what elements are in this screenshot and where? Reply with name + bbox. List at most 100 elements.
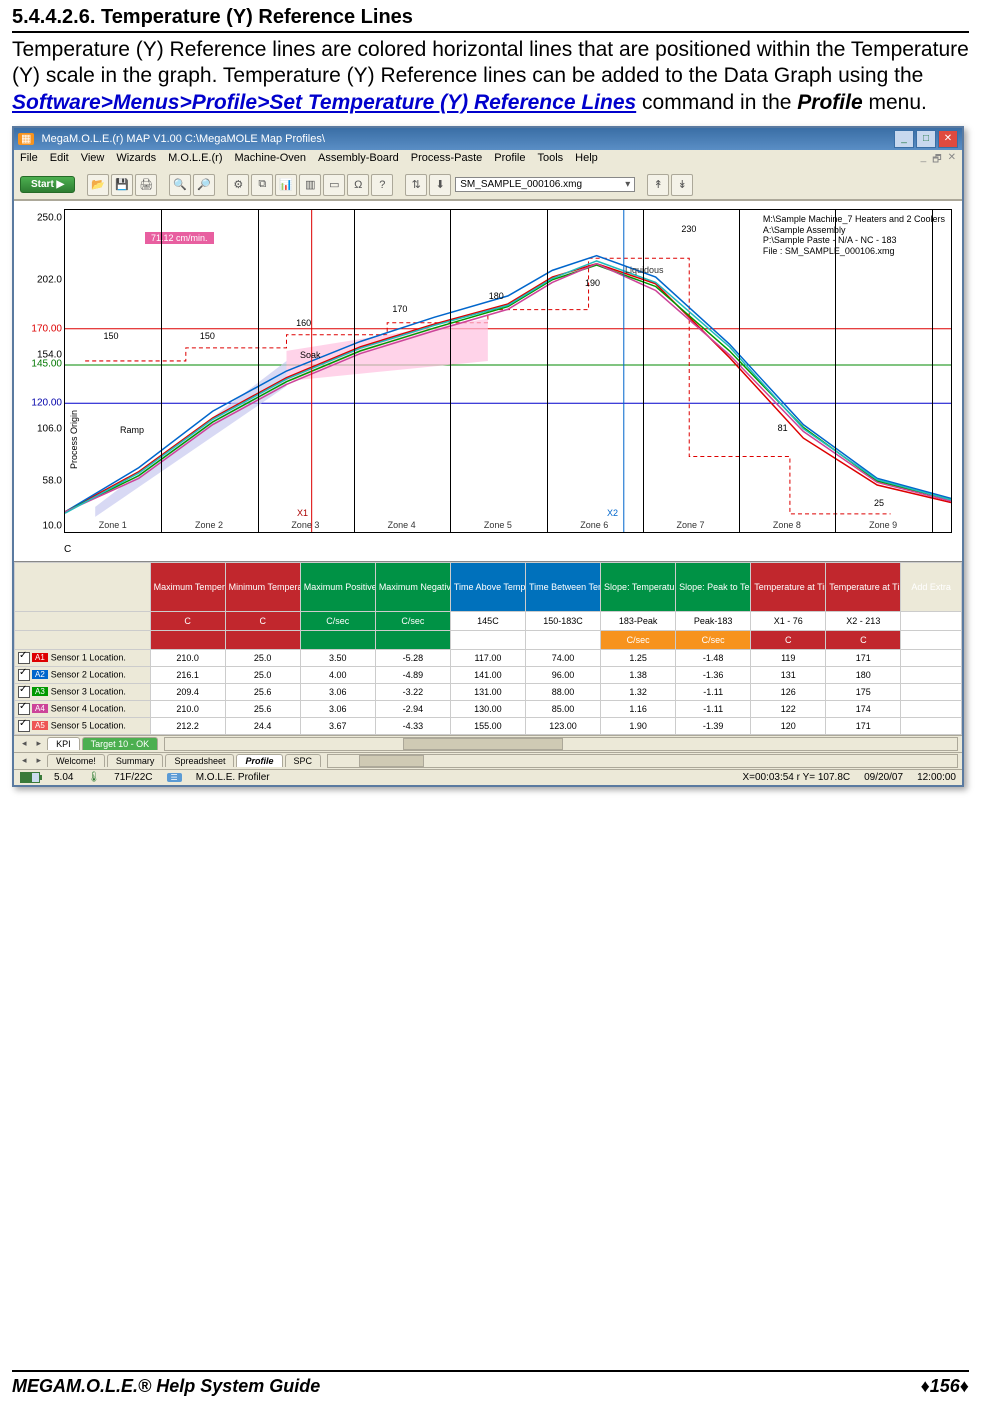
col-min-temp[interactable]: Minimum Temperature	[225, 562, 300, 611]
menu-help[interactable]: Help	[575, 152, 598, 169]
up-down-icon[interactable]: ⇅	[405, 174, 427, 196]
close-button[interactable]: ✕	[938, 130, 958, 148]
save-icon[interactable]: 💾	[111, 174, 133, 196]
nav-up-icon[interactable]: ↟	[647, 174, 669, 196]
toolbar: Start ▶ 📂 💾 🖨 🔍 🔎 ⚙ ⧉ 📊 ▥ ▭ Ω ? ⇅	[14, 171, 962, 200]
soak-label: Soak	[300, 350, 321, 360]
menu-file[interactable]: File	[20, 152, 38, 169]
zoom-out-icon[interactable]: 🔎	[193, 174, 215, 196]
doc-minimize[interactable]: _	[921, 152, 927, 169]
status-voltage: 5.04	[54, 772, 73, 783]
window-title: ▦ MegaM.O.L.E.(r) MAP V1.00 C:\MegaMOLE …	[18, 132, 325, 145]
tool-icon-3[interactable]: 📊	[275, 174, 297, 196]
y-axis-unit: C	[64, 544, 71, 555]
y-tick: 202.0	[14, 275, 62, 286]
zone-label: Zone 6	[580, 520, 608, 530]
col-slope-to-peak[interactable]: Slope: Temperature to Peak	[601, 562, 676, 611]
tab-profile[interactable]: Profile	[236, 754, 282, 767]
app-icon: ▦	[18, 133, 34, 145]
menu-view[interactable]: View	[81, 152, 105, 169]
zone-label: Zone 4	[388, 520, 416, 530]
tab-nav-left[interactable]: ◂	[18, 738, 31, 749]
doc-close[interactable]: ✕	[948, 152, 956, 169]
plot-area[interactable]: 71.12 cm/min. M:\Sample Machine_7 Heater…	[64, 209, 952, 533]
col-max-temp[interactable]: Maximum Temperature	[150, 562, 225, 611]
sheet-scrollbar[interactable]	[327, 754, 958, 768]
table-row[interactable]: A1Sensor 1 Location.210.025.03.50-5.2811…	[15, 649, 962, 666]
tab-summary[interactable]: Summary	[107, 754, 164, 767]
doc-window-controls: _ 🗗 ✕	[921, 152, 956, 169]
table-row[interactable]: A4Sensor 4 Location.210.025.63.06-2.9413…	[15, 700, 962, 717]
zone-setpoint: 81	[778, 423, 788, 433]
start-button[interactable]: Start ▶	[20, 176, 75, 193]
maximize-button[interactable]: □	[916, 130, 936, 148]
tab-target[interactable]: Target 10 - OK	[82, 737, 159, 750]
sheet-nav-right[interactable]: ▸	[33, 755, 46, 766]
grid-scrollbar[interactable]	[164, 737, 958, 751]
tab-welcome[interactable]: Welcome!	[47, 754, 105, 767]
section-heading: 5.4.4.2.6. Temperature (Y) Reference Lin…	[12, 6, 969, 33]
page-footer: MEGAM.O.L.E.® Help System Guide ♦156♦	[12, 1370, 969, 1397]
grid-unit-row-1: C C C/sec C/sec 145C 150-183C 183-Peak P…	[15, 611, 962, 630]
tab-spc[interactable]: SPC	[285, 754, 322, 767]
mole-icon: ☰	[167, 773, 182, 782]
menu-wizards[interactable]: Wizards	[116, 152, 156, 169]
tool-icon-6[interactable]: Ω	[347, 174, 369, 196]
file-combo-value: SM_SAMPLE_000106.xmg	[460, 179, 582, 190]
col-add-extra[interactable]: Add Extra	[901, 562, 962, 611]
x1-label: X1	[297, 508, 308, 518]
tool-icon-1[interactable]: ⚙	[227, 174, 249, 196]
menu-mole[interactable]: M.O.L.E.(r)	[168, 152, 222, 169]
zone-label: Zone 8	[773, 520, 801, 530]
doc-restore[interactable]: 🗗	[932, 152, 941, 169]
col-temp-x1[interactable]: Temperature at Time Reference	[751, 562, 826, 611]
menu-profile[interactable]: Profile	[494, 152, 525, 169]
zone-label: Zone 2	[195, 520, 223, 530]
col-max-pos-slope[interactable]: Maximum Positive Slope	[300, 562, 375, 611]
zone-setpoint: 160	[296, 318, 311, 328]
open-icon[interactable]: 📂	[87, 174, 109, 196]
profile-menu-name: Profile	[797, 91, 862, 114]
kpi-tab-strip: ◂ ▸ KPI Target 10 - OK	[14, 735, 962, 752]
tool-icon-2[interactable]: ⧉	[251, 174, 273, 196]
file-combo[interactable]: SM_SAMPLE_000106.xmg ▾	[455, 177, 635, 192]
table-row[interactable]: A3Sensor 3 Location.209.425.63.06-3.2213…	[15, 683, 962, 700]
sheet-nav-left[interactable]: ◂	[18, 755, 31, 766]
col-max-neg-slope[interactable]: Maximum Negative Slope	[375, 562, 450, 611]
menu-assembly-board[interactable]: Assembly-Board	[318, 152, 399, 169]
tab-nav-right[interactable]: ▸	[33, 738, 46, 749]
tool-icon-4[interactable]: ▥	[299, 174, 321, 196]
table-row[interactable]: A2Sensor 2 Location.216.125.04.00-4.8914…	[15, 666, 962, 683]
nav-down-icon[interactable]: ↡	[671, 174, 693, 196]
help-icon[interactable]: ?	[371, 174, 393, 196]
status-date: 09/20/07	[864, 772, 903, 783]
col-slope-peak-to[interactable]: Slope: Peak to Temperature	[676, 562, 751, 611]
col-temp-x2[interactable]: Temperature at Time Reference	[826, 562, 901, 611]
tab-spreadsheet[interactable]: Spreadsheet	[165, 754, 234, 767]
intro-text-after-a: command in the	[636, 91, 797, 114]
status-time: 12:00:00	[917, 772, 956, 783]
menu-machine-oven[interactable]: Machine-Oven	[234, 152, 306, 169]
data-grid: Maximum Temperature Minimum Temperature …	[14, 561, 962, 735]
tab-kpi[interactable]: KPI	[47, 737, 80, 750]
zone-setpoint: 170	[392, 304, 407, 314]
footer-left: MEGAM.O.L.E.® Help System Guide	[12, 1376, 320, 1397]
status-temperature: 71F/22C	[114, 772, 152, 783]
process-origin-label: Process Origin	[69, 410, 79, 469]
down-arrow-icon[interactable]: ⬇	[429, 174, 451, 196]
intro-text-before: Temperature (Y) Reference lines are colo…	[12, 38, 969, 87]
menu-edit[interactable]: Edit	[50, 152, 69, 169]
intro-text-after-b: menu.	[863, 91, 927, 114]
y-tick: 106.0	[14, 424, 62, 435]
menu-process-paste[interactable]: Process-Paste	[411, 152, 483, 169]
tool-icon-5[interactable]: ▭	[323, 174, 345, 196]
print-icon[interactable]: 🖨	[135, 174, 157, 196]
table-row[interactable]: A5Sensor 5 Location.212.224.43.67-4.3315…	[15, 717, 962, 734]
zoom-in-icon[interactable]: 🔍	[169, 174, 191, 196]
col-time-above[interactable]: Time Above Temperature Reference Rising …	[450, 562, 525, 611]
menu-tools[interactable]: Tools	[537, 152, 563, 169]
col-time-between[interactable]: Time Between Temperature	[525, 562, 600, 611]
reference-link[interactable]: Software>Menus>Profile>Set Temperature (…	[12, 91, 636, 114]
minimize-button[interactable]: _	[894, 130, 914, 148]
status-bar: 5.04 🌡 71F/22C ☰ M.O.L.E. Profiler X=00:…	[14, 769, 962, 785]
